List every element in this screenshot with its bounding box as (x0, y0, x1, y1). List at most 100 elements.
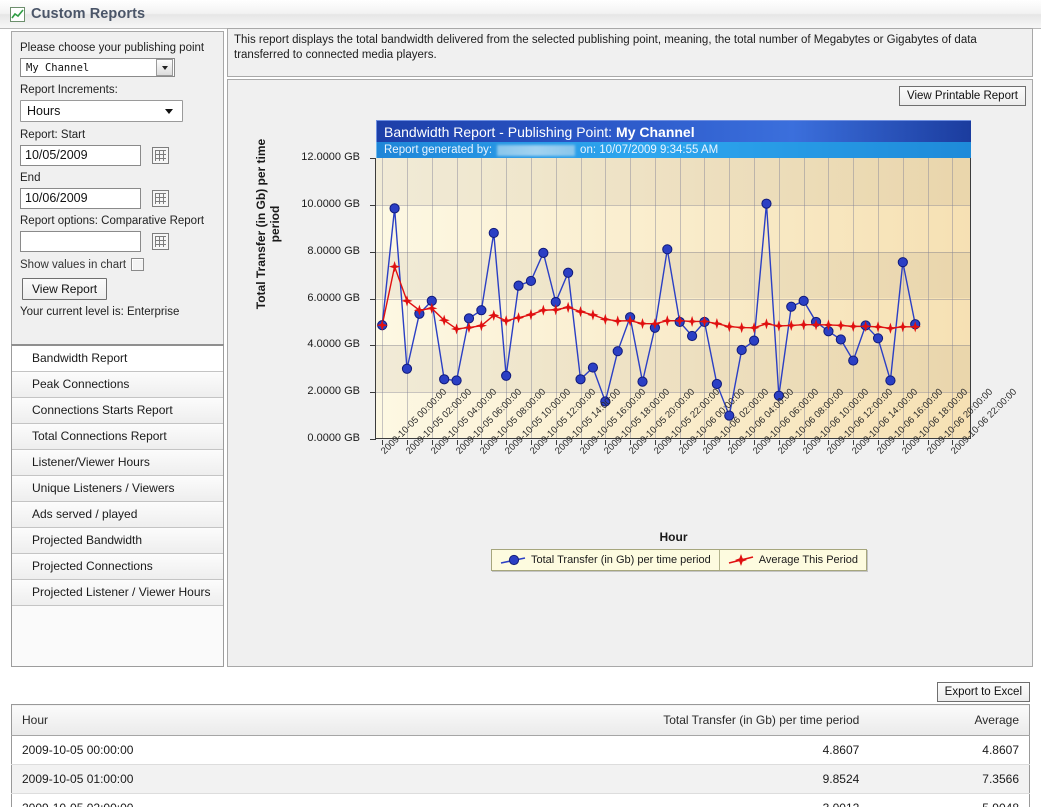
show-values-label: Show values in chart (20, 259, 126, 271)
table-cell: 2009-10-05 01:00:00 (12, 765, 337, 794)
account-level-text: Your current level is: Enterprise (20, 306, 215, 324)
chevron-down-icon[interactable] (160, 109, 178, 114)
calendar-icon[interactable] (152, 147, 169, 164)
custom-reports-page: Custom Reports Please choose your publis… (0, 0, 1041, 807)
data-table-panel: Export to Excel HourTotal Transfer (in G… (0, 676, 1041, 807)
view-report-button[interactable]: View Report (22, 278, 107, 300)
data-point-total-transfer (638, 377, 647, 386)
show-values-checkbox[interactable] (131, 258, 144, 271)
report-data-table: HourTotal Transfer (in Gb) per time peri… (11, 704, 1030, 807)
table-column-header: Hour (12, 705, 337, 736)
data-point-average (550, 304, 561, 315)
chart-legend: Total Transfer (in Gb) per time period A… (491, 549, 867, 571)
data-point-average (451, 323, 462, 334)
publishing-point-select[interactable]: My Channel (20, 58, 175, 77)
y-axis-tick (370, 345, 376, 346)
report-list-item[interactable]: Projected Bandwidth (12, 528, 223, 554)
legend-item-total-transfer[interactable]: Total Transfer (in Gb) per time period (492, 550, 719, 570)
report-list-item[interactable]: Peak Connections (12, 372, 223, 398)
y-axis-labels: 0.0000 GB2.0000 GB4.0000 GB6.0000 GB8.00… (228, 80, 368, 668)
report-list-item[interactable]: Projected Connections (12, 554, 223, 580)
show-values-row: Show values in chart (20, 258, 215, 271)
publishing-point-label: Please choose your publishing point (20, 41, 215, 55)
report-list-filler (12, 606, 223, 666)
data-point-total-transfer (526, 276, 535, 285)
report-start-row: 10/05/2009 (20, 145, 215, 166)
data-point-total-transfer (799, 296, 808, 305)
data-point-total-transfer (390, 204, 399, 213)
report-list-item[interactable]: Projected Listener / Viewer Hours (12, 580, 223, 606)
y-axis-tick (370, 252, 376, 253)
data-point-total-transfer (898, 258, 907, 267)
comparative-report-label: Report options: Comparative Report (20, 214, 215, 228)
report-end-input[interactable]: 10/06/2009 (20, 188, 141, 209)
data-point-total-transfer (737, 345, 746, 354)
report-increments-select[interactable]: Hours (20, 100, 183, 122)
data-point-average (587, 309, 598, 320)
data-point-average (612, 315, 623, 326)
data-point-total-transfer (687, 331, 696, 340)
table-cell: 2009-10-05 02:00:00 (12, 794, 337, 807)
table-cell: 4.8607 (869, 736, 1029, 765)
legend-circle-marker-icon (500, 553, 526, 567)
y-axis-tick (370, 439, 376, 440)
data-point-average (538, 305, 549, 316)
data-point-average (377, 320, 388, 331)
calendar-icon[interactable] (152, 233, 169, 250)
data-point-average (662, 315, 673, 326)
y-axis-tick-label: 4.0000 GB (307, 338, 360, 350)
data-point-total-transfer (440, 375, 449, 384)
comparative-report-row (20, 231, 215, 252)
page-title: Custom Reports (31, 6, 145, 22)
data-point-average (835, 320, 846, 331)
data-point-average (600, 314, 611, 325)
table-cell: 5.9048 (869, 794, 1029, 807)
chart-panel: View Printable Report Bandwidth Report -… (227, 79, 1033, 667)
table-cell: 2009-10-05 00:00:00 (12, 736, 337, 765)
data-point-average (897, 321, 908, 332)
generated-by-user-redacted (497, 145, 575, 156)
report-type-list: Bandwidth ReportPeak ConnectionsConnecti… (11, 344, 224, 667)
y-axis-tick (370, 158, 376, 159)
report-increments-label: Report Increments: (20, 83, 215, 97)
generated-on-label: on: (580, 144, 596, 156)
report-list-item[interactable]: Ads served / played (12, 502, 223, 528)
report-list-item[interactable]: Bandwidth Report (12, 346, 223, 372)
report-list-item[interactable]: Listener/Viewer Hours (12, 450, 223, 476)
report-list-item[interactable]: Unique Listeners / Viewers (12, 476, 223, 502)
data-point-total-transfer (452, 376, 461, 385)
calendar-icon[interactable] (152, 190, 169, 207)
data-point-average (761, 318, 772, 329)
data-point-total-transfer (576, 375, 585, 384)
y-axis-tick (370, 205, 376, 206)
data-point-average (798, 319, 809, 330)
report-start-input[interactable]: 10/05/2009 (20, 145, 141, 166)
y-axis-title: Total Transfer (in Gb) per time period (254, 124, 282, 324)
series-line-total-transfer (382, 204, 915, 416)
table-cell: 4.8607 (337, 736, 870, 765)
comparative-report-input[interactable] (20, 231, 141, 252)
data-point-total-transfer (564, 268, 573, 277)
data-point-total-transfer (464, 314, 473, 323)
legend-star-marker-icon (728, 553, 754, 567)
data-point-total-transfer (663, 245, 672, 254)
report-list-item[interactable]: Total Connections Report (12, 424, 223, 450)
data-point-average (637, 318, 648, 329)
y-axis-tick-label: 2.0000 GB (307, 385, 360, 397)
series-line-average (382, 267, 915, 329)
export-to-excel-button[interactable]: Export to Excel (937, 682, 1030, 702)
y-axis-tick-label: 6.0000 GB (307, 292, 360, 304)
data-point-average (711, 318, 722, 329)
legend-label-total-transfer: Total Transfer (in Gb) per time period (531, 554, 711, 566)
legend-item-average[interactable]: Average This Period (720, 550, 866, 570)
data-point-total-transfer (539, 248, 548, 257)
data-point-total-transfer (489, 228, 498, 237)
data-point-average (885, 323, 896, 334)
data-point-total-transfer (873, 334, 882, 343)
data-point-average (463, 322, 474, 333)
bandwidth-chart: Bandwidth Report - Publishing Point: My … (228, 80, 1034, 668)
table-row: 2009-10-05 02:00:003.00125.9048 (12, 794, 1030, 807)
table-cell: 7.3566 (869, 765, 1029, 794)
report-list-item[interactable]: Connections Starts Report (12, 398, 223, 424)
chevron-down-icon[interactable] (156, 59, 173, 76)
